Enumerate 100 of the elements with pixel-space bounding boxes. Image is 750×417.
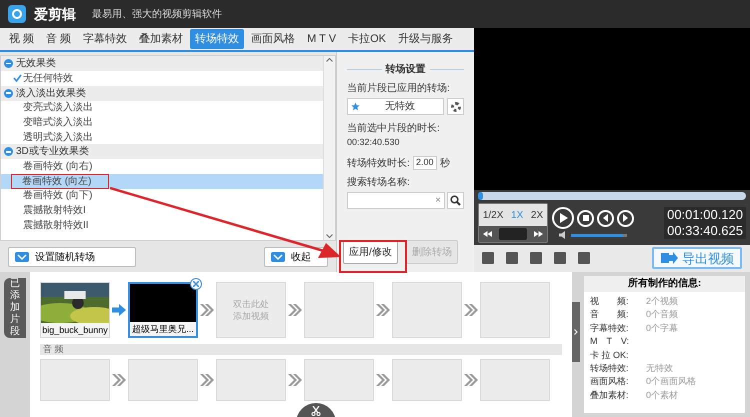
effect-item[interactable]: 卷画特效 (向右) bbox=[1, 159, 323, 174]
effect-item[interactable]: 变亮式淡入淡出 bbox=[1, 100, 323, 116]
effect-label: 卷画特效 (向左) bbox=[22, 176, 92, 187]
category-label: 无效果类 bbox=[16, 56, 56, 71]
window-subtitle: 最易用、强大的视频剪辑软件 bbox=[92, 8, 222, 22]
tab[interactable]: 视 频 bbox=[4, 29, 40, 49]
effect-label: 卷画特效 (向下) bbox=[23, 190, 92, 202]
settings-title: 转场设置 bbox=[386, 62, 426, 77]
next-frame-icon[interactable] bbox=[617, 210, 634, 227]
add-video-hint: 双击此处添加视频 bbox=[232, 298, 270, 322]
effect-label: 变暗式淡入淡出 bbox=[23, 116, 93, 128]
tab[interactable]: 字幕特效 bbox=[78, 29, 132, 49]
applied-label: 当前片段已应用的转场: bbox=[347, 82, 451, 96]
scroll-up-icon[interactable] bbox=[326, 58, 333, 62]
info-label: 叠加素材: bbox=[590, 388, 630, 402]
shuffle-icon bbox=[15, 252, 29, 262]
scissors-icon bbox=[311, 406, 321, 416]
category-label: 3D或专业效果类 bbox=[16, 144, 89, 160]
tab[interactable]: 音 频 bbox=[41, 29, 76, 49]
duration-label: 当前选中片段的时长: bbox=[347, 122, 441, 136]
progress-track[interactable] bbox=[478, 192, 746, 200]
chevron-icon bbox=[199, 373, 215, 387]
previous-frame-icon[interactable] bbox=[597, 210, 614, 227]
chevron-icon bbox=[287, 373, 303, 387]
speed-option[interactable]: 2X bbox=[530, 208, 544, 223]
random-transition-button[interactable]: 设置随机转场 bbox=[8, 247, 136, 268]
effect-duration-label: 转场特效时长: bbox=[347, 156, 410, 170]
apply-button[interactable]: 应用/修改 bbox=[343, 240, 398, 264]
scrollbar[interactable] bbox=[323, 56, 335, 240]
effect-label: 变亮式淡入淡出 bbox=[23, 102, 93, 114]
tab[interactable]: 叠加素材 bbox=[134, 29, 188, 49]
chevron-icon bbox=[375, 303, 391, 317]
effect-duration-field[interactable]: 2.00 bbox=[412, 156, 437, 170]
info-value: 0个素材 bbox=[646, 388, 678, 402]
collapse-icon[interactable] bbox=[4, 59, 13, 68]
info-value: 0个画面风格 bbox=[646, 375, 696, 388]
fast-forward-icon[interactable] bbox=[534, 231, 543, 238]
tab[interactable]: 卡拉OK bbox=[343, 29, 391, 49]
close-icon[interactable] bbox=[190, 278, 202, 290]
category-row[interactable]: 3D或专业效果类 bbox=[1, 144, 323, 160]
info-label: 字幕特效: bbox=[590, 322, 630, 335]
app-logo-icon bbox=[8, 5, 26, 23]
audio-track-header: 音 频 bbox=[40, 344, 562, 355]
info-title: 所有制作的信息: bbox=[584, 276, 745, 292]
speed-option[interactable]: 1/2X bbox=[482, 208, 504, 223]
info-label: 卡 拉 OK: bbox=[590, 348, 630, 362]
effect-label: 无任何特效 bbox=[23, 72, 73, 84]
info-value: 无特效 bbox=[646, 362, 673, 375]
added-clips-tab[interactable]: 已添加片段 bbox=[4, 278, 26, 338]
effect-item[interactable]: 透明式淡入淡出 bbox=[1, 130, 323, 144]
effect-item[interactable]: 卷画特效 (向下) bbox=[1, 188, 323, 204]
clear-text[interactable]: × bbox=[435, 192, 441, 208]
effect-label: 卷画特效 (向右) bbox=[23, 161, 92, 172]
scroll-down-icon[interactable] bbox=[326, 234, 333, 238]
effect-item[interactable]: 震撼散射特效II bbox=[1, 218, 323, 232]
search-label: 搜索转场名称: bbox=[347, 176, 411, 190]
search-icon[interactable] bbox=[447, 192, 464, 208]
info-label: 转场特效: bbox=[590, 362, 630, 375]
info-label: 画面风格: bbox=[590, 375, 630, 388]
current-time: 00:01:00.120 bbox=[667, 207, 743, 224]
tab[interactable]: 画面风格 bbox=[246, 29, 300, 49]
applied-value: 无特效 bbox=[384, 100, 416, 114]
effect-item[interactable]: 变暗式淡入淡出 bbox=[1, 115, 323, 130]
tab[interactable]: M T V bbox=[302, 29, 342, 49]
highlight-frame bbox=[339, 240, 407, 273]
chevron-icon bbox=[463, 303, 479, 317]
effect-item[interactable]: 无任何特效 bbox=[1, 71, 323, 86]
collapse-icon[interactable] bbox=[4, 147, 13, 156]
tab[interactable]: 升级与服务 bbox=[392, 29, 458, 49]
chevron-icon bbox=[199, 303, 215, 317]
expand-panel-handle[interactable] bbox=[572, 302, 580, 362]
stop-icon[interactable] bbox=[577, 210, 594, 227]
play-icon[interactable] bbox=[552, 207, 574, 230]
category-label: 淡入淡出效果类 bbox=[16, 86, 86, 101]
effect-label: 震撼散射特效II bbox=[23, 220, 89, 231]
effect-item[interactable]: 震撼散射特效I bbox=[1, 203, 323, 218]
export-icon bbox=[660, 252, 678, 264]
gear-icon[interactable] bbox=[447, 98, 464, 115]
info-label: 视 频: bbox=[590, 294, 630, 308]
clip-name: big_buck_bunny bbox=[41, 324, 109, 337]
duration-value: 00:32:40.530 bbox=[347, 136, 401, 149]
chevron-icon bbox=[463, 373, 479, 387]
star-icon bbox=[351, 102, 360, 111]
effect-item[interactable]: 卷画特效 (向左) bbox=[1, 174, 323, 189]
category-row[interactable]: 淡入淡出效果类 bbox=[1, 86, 323, 101]
collapse-icon[interactable] bbox=[4, 88, 13, 98]
collapse-arrows-icon bbox=[271, 252, 285, 262]
video-thumbnail bbox=[130, 284, 196, 322]
rewind-icon[interactable] bbox=[483, 231, 492, 238]
search-field[interactable]: × bbox=[347, 192, 445, 208]
chevron-icon bbox=[287, 303, 303, 317]
total-time: 00:33:40.625 bbox=[667, 223, 743, 240]
collapse-button[interactable]: 收起 bbox=[264, 247, 328, 268]
category-row[interactable]: 无效果类 bbox=[1, 56, 323, 71]
effect-label: 透明式淡入淡出 bbox=[23, 132, 93, 143]
video-clip[interactable]: big_buck_bunny bbox=[40, 282, 110, 338]
chevron-icon bbox=[375, 373, 391, 387]
speaker-icon[interactable] bbox=[559, 231, 568, 240]
info-value: 2个视频 bbox=[646, 294, 678, 308]
arrow-right-icon bbox=[112, 304, 126, 316]
